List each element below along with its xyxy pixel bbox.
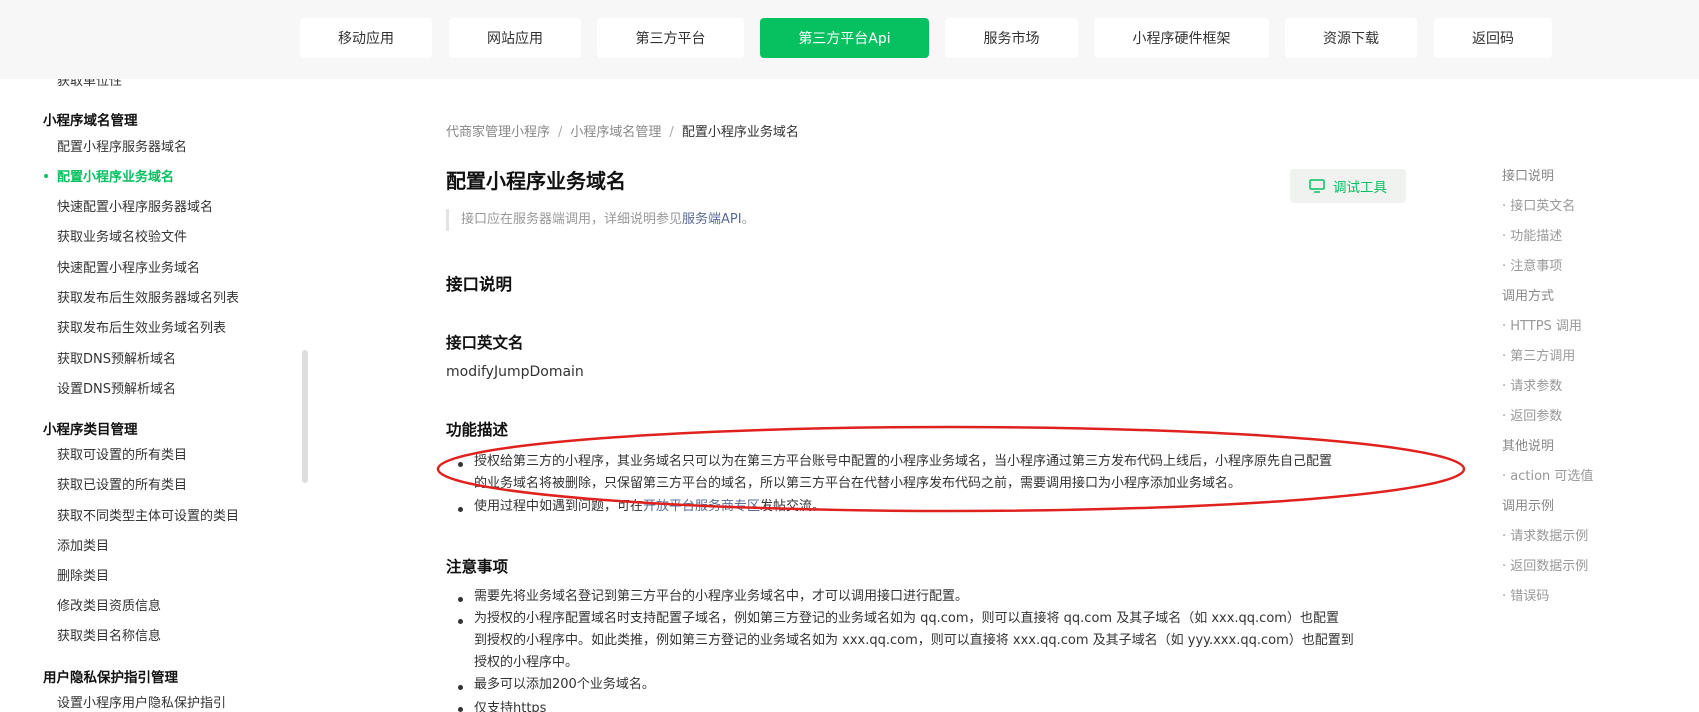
sidebar-item[interactable]: 获取可设置的所有类目 bbox=[57, 444, 187, 463]
bullet-dot bbox=[458, 462, 463, 467]
debug-tool-button[interactable]: 调试工具 bbox=[1290, 169, 1406, 203]
section-title-notes: 注意事项 bbox=[446, 558, 509, 576]
toc-item[interactable]: 其他说明 bbox=[1502, 435, 1554, 454]
service-provider-zone-link[interactable]: 开放平台服务商专区 bbox=[643, 499, 760, 514]
sidebar-item-clipped[interactable]: 获取单位性 bbox=[57, 79, 122, 89]
toc-item[interactable]: 接口说明 bbox=[1502, 165, 1554, 184]
nav-third-party-api[interactable]: 第三方平台Api bbox=[760, 18, 929, 58]
bullet-dot bbox=[458, 619, 463, 624]
sidebar-item[interactable]: 快速配置小程序业务域名 bbox=[57, 257, 200, 276]
breadcrumb-item[interactable]: 小程序域名管理 bbox=[570, 125, 661, 140]
sidebar-item[interactable]: 添加类目 bbox=[57, 535, 109, 554]
nav-website-app[interactable]: 网站应用 bbox=[449, 18, 581, 58]
sidebar-item[interactable]: 获取不同类型主体可设置的类目 bbox=[57, 505, 239, 524]
section-title-function: 功能描述 bbox=[446, 421, 509, 439]
sidebar-item[interactable]: 设置小程序用户隐私保护指引 bbox=[57, 692, 226, 711]
section-title-api-name: 接口英文名 bbox=[446, 334, 524, 352]
sidebar-item[interactable]: 获取已设置的所有类目 bbox=[57, 474, 187, 493]
page-title: 配置小程序业务域名 bbox=[446, 169, 626, 193]
sidebar-scrollbar[interactable] bbox=[302, 350, 308, 483]
nav-third-party-platform[interactable]: 第三方平台 bbox=[597, 18, 744, 58]
sidebar-item[interactable]: 设置DNS预解析域名 bbox=[57, 378, 176, 397]
toc-item[interactable]: · 功能描述 bbox=[1502, 225, 1562, 244]
sidebar-item-active[interactable]: 配置小程序业务域名 bbox=[57, 166, 174, 185]
top-nav-bar: 移动应用 网站应用 第三方平台 第三方平台Api 服务市场 小程序硬件框架 资源… bbox=[0, 0, 1699, 79]
toc-item[interactable]: · 第三方调用 bbox=[1502, 345, 1575, 364]
bullet-dot bbox=[458, 597, 463, 602]
server-api-link[interactable]: 服务端API bbox=[682, 212, 742, 227]
sidebar-item[interactable]: 获取DNS预解析域名 bbox=[57, 348, 176, 367]
sidebar-group-domain[interactable]: 小程序域名管理 bbox=[43, 109, 138, 129]
breadcrumb-item[interactable]: 代商家管理小程序 bbox=[446, 125, 550, 140]
toc-item[interactable]: · 注意事项 bbox=[1502, 255, 1562, 274]
breadcrumb-current: 配置小程序业务域名 bbox=[681, 125, 799, 140]
sidebar-item[interactable]: 获取发布后生效服务器域名列表 bbox=[57, 287, 239, 306]
toc-item[interactable]: · 请求数据示例 bbox=[1502, 525, 1588, 544]
sidebar-item[interactable]: 获取业务域名校验文件 bbox=[57, 226, 187, 245]
note-item-3: 最多可以添加200个业务域名。 bbox=[474, 677, 655, 692]
sidebar-item[interactable]: 配置小程序服务器域名 bbox=[57, 136, 187, 155]
sidebar-item[interactable]: 删除类目 bbox=[57, 565, 109, 584]
sidebar: 获取单位性 小程序域名管理 配置小程序服务器域名 配置小程序业务域名 快速配置小… bbox=[0, 79, 260, 712]
toc-item[interactable]: · 错误码 bbox=[1502, 585, 1549, 604]
nav-return-codes[interactable]: 返回码 bbox=[1434, 18, 1552, 58]
nav-mobile-app[interactable]: 移动应用 bbox=[300, 18, 432, 58]
note-item-2: 为授权的小程序配置域名时支持配置子域名，例如第三方登记的业务域名如为 qq.co… bbox=[474, 611, 1354, 670]
note-item-4: 仅支持https bbox=[474, 701, 547, 712]
toc-item[interactable]: 调用方式 bbox=[1502, 285, 1554, 304]
toc-item[interactable]: · 请求参数 bbox=[1502, 375, 1562, 394]
nav-mini-program-hardware[interactable]: 小程序硬件框架 bbox=[1094, 18, 1269, 58]
sidebar-group-privacy[interactable]: 用户隐私保护指引管理 bbox=[43, 666, 178, 686]
toc-item[interactable]: · 接口英文名 bbox=[1502, 195, 1575, 214]
function-desc-1: 授权给第三方的小程序，其业务域名只可以为在第三方平台账号中配置的小程序业务域名，… bbox=[474, 454, 1333, 491]
toc-item[interactable]: 调用示例 bbox=[1502, 495, 1554, 514]
active-indicator-dot bbox=[44, 174, 48, 178]
sidebar-item[interactable]: 修改类目资质信息 bbox=[57, 595, 161, 614]
section-title-api-desc: 接口说明 bbox=[446, 275, 512, 294]
api-name-value: modifyJumpDomain bbox=[446, 364, 584, 380]
nav-resource-download[interactable]: 资源下载 bbox=[1285, 18, 1417, 58]
monitor-icon bbox=[1309, 179, 1325, 193]
sidebar-item[interactable]: 获取发布后生效业务域名列表 bbox=[57, 317, 226, 336]
nav-service-market[interactable]: 服务市场 bbox=[945, 18, 1078, 58]
toc-item[interactable]: · action 可选值 bbox=[1502, 465, 1593, 484]
bullet-dot bbox=[458, 685, 463, 690]
sidebar-item[interactable]: 快速配置小程序服务器域名 bbox=[57, 196, 213, 215]
bullet-dot bbox=[458, 507, 463, 512]
toc-item[interactable]: · HTTPS 调用 bbox=[1502, 315, 1582, 334]
breadcrumb: 代商家管理小程序 / 小程序域名管理 / 配置小程序业务域名 bbox=[446, 125, 799, 140]
toc-item[interactable]: · 返回参数 bbox=[1502, 405, 1562, 424]
toc-item[interactable]: · 返回数据示例 bbox=[1502, 555, 1588, 574]
server-side-note: 接口应在服务器端调用，详细说明参见服务端API。 bbox=[446, 209, 755, 231]
function-desc-2: 使用过程中如遇到问题，可在开放平台服务商专区发帖交流。 bbox=[474, 499, 826, 514]
sidebar-group-category[interactable]: 小程序类目管理 bbox=[43, 418, 138, 438]
note-item-1: 需要先将业务域名登记到第三方平台的小程序业务域名中，才可以调用接口进行配置。 bbox=[474, 589, 969, 604]
bullet-dot bbox=[458, 707, 463, 712]
sidebar-item[interactable]: 获取类目名称信息 bbox=[57, 625, 161, 644]
